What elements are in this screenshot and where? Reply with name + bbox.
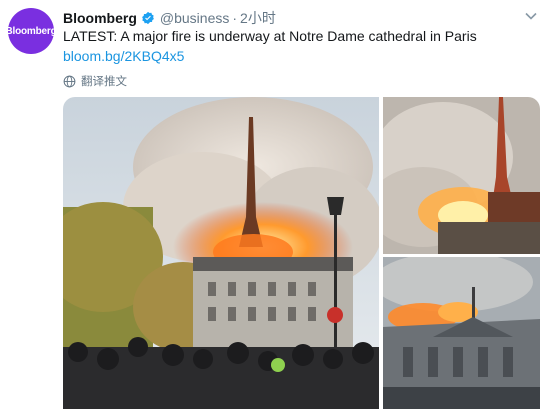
translate-label: 翻译推文 — [81, 76, 127, 88]
media-grid — [63, 97, 540, 409]
avatar[interactable]: Bloomberg — [6, 8, 57, 54]
cathedral-roof-photo[interactable] — [383, 257, 540, 409]
tweet-link[interactable]: bloom.bg/2KBQ4x5 — [63, 48, 184, 64]
translate-tweet-button[interactable]: 翻译推文 — [63, 73, 127, 89]
verified-badge-icon — [141, 11, 154, 25]
chevron-down-icon[interactable] — [524, 9, 538, 23]
tweet-card: Bloomberg Bloomberg @business · 2小时 LATE… — [0, 0, 550, 409]
spire-closeup-photo[interactable] — [383, 97, 540, 254]
tweet-timestamp[interactable]: 2小时 — [240, 8, 276, 28]
author-name[interactable]: Bloomberg — [63, 10, 137, 26]
author-handle[interactable]: @business — [160, 10, 229, 26]
separator-dot: · — [232, 10, 238, 26]
tweet-header: Bloomberg @business · 2小时 — [63, 9, 276, 27]
globe-icon — [63, 75, 76, 87]
main-photo[interactable] — [63, 97, 379, 409]
tweet-text: LATEST: A major fire is underway at Notr… — [63, 28, 477, 44]
